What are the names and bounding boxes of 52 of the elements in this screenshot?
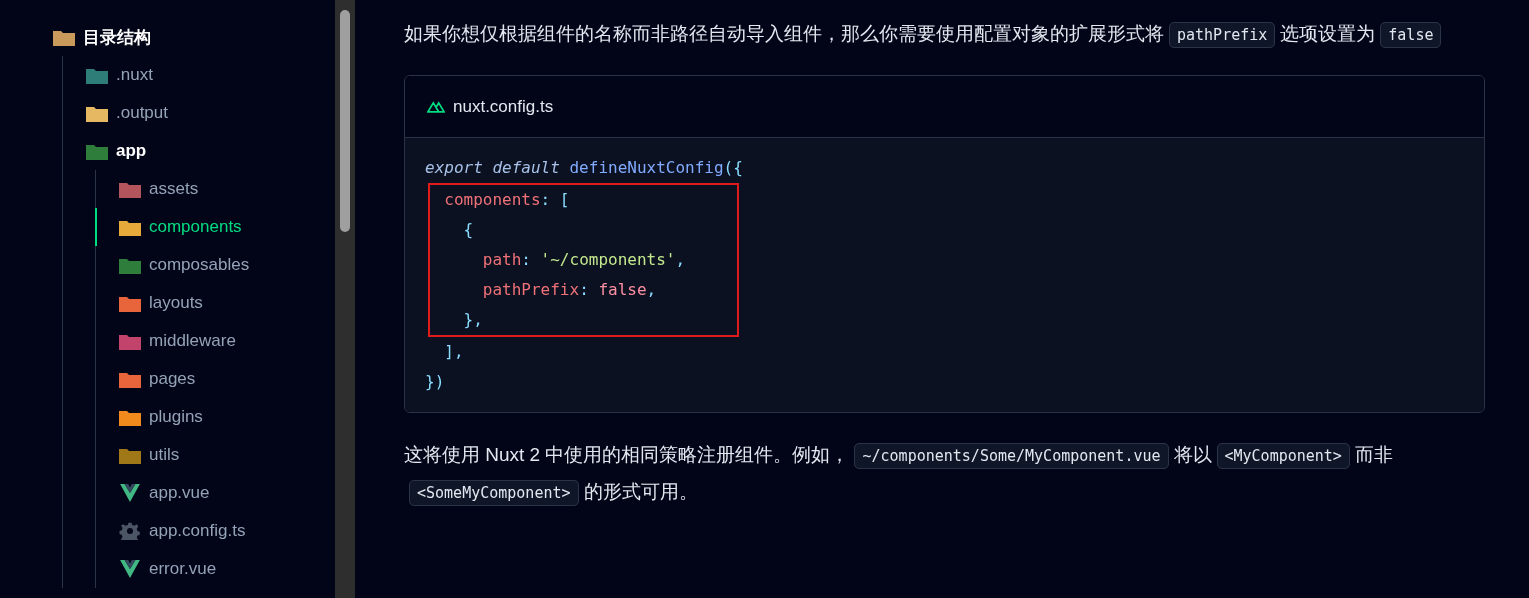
inline-code: pathPrefix bbox=[1169, 22, 1276, 48]
tree-item[interactable]: assets bbox=[119, 170, 335, 208]
folder-icon bbox=[119, 256, 141, 274]
tree-item[interactable]: pages bbox=[119, 360, 335, 398]
tree-item[interactable]: app.vue bbox=[119, 474, 335, 512]
paragraph-text: 而非 bbox=[1354, 444, 1393, 465]
folder-icon bbox=[119, 218, 141, 236]
tree-item[interactable]: middleware bbox=[119, 322, 335, 360]
code-line: pathPrefix: false, bbox=[481, 279, 658, 301]
paragraph-text: 的形式可用。 bbox=[583, 481, 698, 502]
folder-icon bbox=[119, 332, 141, 350]
file-name: nuxt.config.ts bbox=[453, 96, 554, 117]
folder-icon bbox=[86, 142, 108, 160]
scrollbar[interactable] bbox=[335, 0, 355, 598]
folder-icon bbox=[119, 180, 141, 198]
folder-icon bbox=[119, 294, 141, 312]
folder-icon bbox=[86, 104, 108, 122]
mountain-icon bbox=[427, 100, 445, 113]
folder-icon bbox=[119, 408, 141, 426]
inline-code: false bbox=[1380, 22, 1442, 48]
folder-icon bbox=[86, 66, 108, 84]
paragraph-text: 如果你想仅根据组件的名称而非路径自动导入组件，那么你需要使用配置对象的扩展形式将 bbox=[404, 23, 1164, 44]
code-line: { bbox=[462, 219, 475, 241]
folder-icon bbox=[119, 446, 141, 464]
inline-code: <SomeMyComponent> bbox=[409, 480, 579, 506]
code-line: ], bbox=[443, 341, 465, 363]
vue-logo-icon bbox=[119, 560, 141, 578]
folder-icon bbox=[119, 370, 141, 388]
tree-item[interactable]: app.config.ts bbox=[119, 512, 335, 550]
tree-item[interactable]: layouts bbox=[119, 284, 335, 322]
inline-code: <MyComponent> bbox=[1216, 443, 1350, 469]
paragraph-text: 选项设置为 bbox=[1280, 23, 1376, 44]
code-line: export default defineNuxtConfig({ bbox=[425, 157, 744, 179]
paragraph-text: 这将使用 Nuxt 2 中使用的相同策略注册组件。例如， bbox=[404, 444, 850, 465]
paragraph-text: 将以 bbox=[1173, 444, 1212, 465]
tree-item[interactable]: error.vue bbox=[119, 550, 335, 588]
inline-code: ~/components/Some/MyComponent.vue bbox=[854, 443, 1169, 469]
tree-item[interactable]: plugins bbox=[119, 398, 335, 436]
tree-item[interactable]: utils bbox=[119, 436, 335, 474]
tree-item[interactable]: 目录结构 bbox=[53, 18, 335, 56]
code-line: path: '~/components', bbox=[481, 249, 687, 271]
folder-icon bbox=[53, 28, 75, 46]
tree-item[interactable]: composables bbox=[119, 246, 335, 284]
code-line: }) bbox=[425, 371, 446, 393]
vue-logo-icon bbox=[119, 484, 141, 502]
code-line: }, bbox=[462, 309, 484, 331]
tree-item[interactable]: .output bbox=[86, 94, 335, 132]
tree-item[interactable]: app bbox=[86, 132, 335, 170]
scrollbar-thumb[interactable] bbox=[340, 10, 350, 232]
code-line: components: [ bbox=[443, 189, 571, 211]
tree-item[interactable]: .nuxt bbox=[86, 56, 335, 94]
gear-icon bbox=[119, 522, 141, 540]
